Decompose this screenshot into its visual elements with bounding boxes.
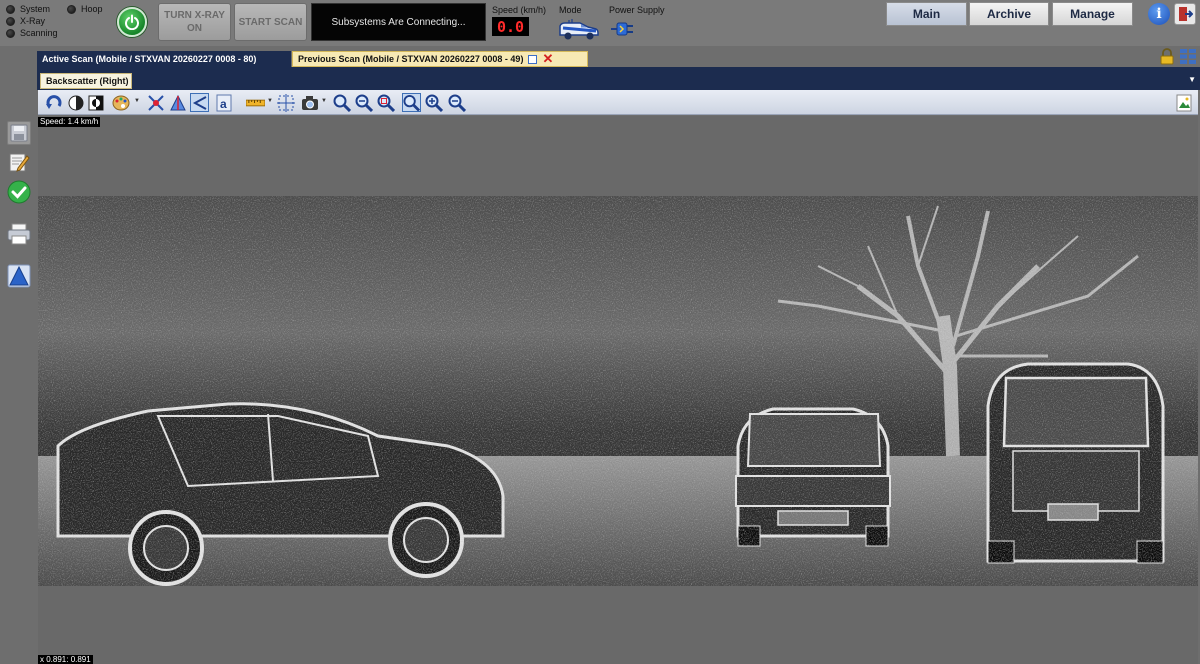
nav-archive-button[interactable]: Archive xyxy=(969,2,1049,26)
camera-dropdown-icon[interactable]: ▼ xyxy=(321,98,327,104)
mode-label: Mode xyxy=(559,5,582,15)
close-tab-icon[interactable]: ✕ xyxy=(542,52,553,65)
zoom-out-icon[interactable] xyxy=(354,93,373,112)
status-system-label: System xyxy=(20,4,51,14)
grid-layout-icon[interactable] xyxy=(1180,49,1196,69)
status-message: Subsystems Are Connecting... xyxy=(311,3,486,41)
sharpen-icon[interactable] xyxy=(168,93,187,112)
svg-text:a: a xyxy=(220,97,227,111)
contrast-icon[interactable] xyxy=(66,93,85,112)
camera-icon[interactable] xyxy=(300,93,319,112)
status-hoop: Hoop xyxy=(67,4,103,14)
crosshair-icon[interactable] xyxy=(276,93,295,112)
led-icon xyxy=(6,16,15,26)
zoom-in-icon[interactable] xyxy=(332,93,351,112)
start-scan-label: START SCAN xyxy=(238,16,303,28)
tab-active-scan[interactable]: Active Scan (Mobile / STXVAN 20260227 00… xyxy=(37,51,291,67)
tab-backscatter-right-label: Backscatter (Right) xyxy=(46,76,129,86)
scan-tabs: Active Scan (Mobile / STXVAN 20260227 00… xyxy=(0,46,1200,68)
annotate-text-icon[interactable]: a xyxy=(214,93,233,112)
tab-backscatter-right[interactable]: Backscatter (Right) xyxy=(40,73,132,89)
backscatter-scan-image xyxy=(38,196,1198,586)
print-button[interactable] xyxy=(7,222,31,246)
tab-previous-scan[interactable]: Previous Scan (Mobile / STXVAN 20260227 … xyxy=(292,51,588,67)
nav-manage-label: Manage xyxy=(1070,7,1115,21)
ruler-icon[interactable] xyxy=(246,93,265,112)
status-scanning-label: Scanning xyxy=(20,28,58,38)
upload-icon xyxy=(7,264,31,288)
led-icon xyxy=(6,4,15,14)
upload-button[interactable] xyxy=(7,264,31,288)
plug-icon xyxy=(611,20,637,43)
dropdown-arrow-icon[interactable]: ▼ xyxy=(1188,75,1196,84)
cursor-coords-readout: x 0.891: 0.891 xyxy=(38,655,93,664)
nav-archive-label: Archive xyxy=(986,7,1032,21)
status-hoop-label: Hoop xyxy=(81,4,103,14)
status-xray: X-Ray xyxy=(6,16,45,26)
rotate-icon[interactable] xyxy=(44,93,63,112)
turn-xray-on-label: TURN X-RAY ON xyxy=(164,10,225,34)
zoom-plus-icon[interactable] xyxy=(424,93,443,112)
status-xray-label: X-Ray xyxy=(20,16,46,26)
approve-button[interactable] xyxy=(7,180,31,204)
info-icon[interactable]: i xyxy=(1148,3,1170,25)
led-icon xyxy=(67,4,76,14)
palette-icon[interactable] xyxy=(111,93,130,112)
tab-active-scan-label: Active Scan (Mobile / STXVAN 20260227 00… xyxy=(42,54,257,64)
status-scanning: Scanning xyxy=(6,28,58,38)
scan-image-viewport[interactable] xyxy=(38,116,1198,664)
power-button[interactable] xyxy=(117,7,147,37)
edge-filter-icon[interactable] xyxy=(146,93,165,112)
invert-icon[interactable] xyxy=(86,93,105,112)
van-icon xyxy=(558,17,600,46)
save-button[interactable] xyxy=(7,121,31,145)
app-window: System X-Ray Scanning Hoop TURN X-RAY ON… xyxy=(0,0,1200,664)
tab-previous-scan-label: Previous Scan (Mobile / STXVAN 20260227 … xyxy=(298,54,524,64)
check-icon xyxy=(7,180,31,204)
status-system: System xyxy=(6,4,50,14)
nav-manage-button[interactable]: Manage xyxy=(1052,2,1133,26)
speed-value: 0.0 xyxy=(492,17,529,36)
speed-label: Speed (km/h) xyxy=(492,5,547,15)
power-icon xyxy=(125,14,139,30)
edit-button[interactable] xyxy=(7,150,31,174)
turn-xray-on-button[interactable]: TURN X-RAY ON xyxy=(158,3,231,41)
zoom-minus-icon[interactable] xyxy=(447,93,466,112)
image-toolbar: ▼ a ▼ ▼ xyxy=(38,90,1198,115)
scan-speed-readout: Speed: 1.4 km/h xyxy=(38,117,101,127)
zoom-fit-icon[interactable] xyxy=(402,93,421,112)
start-scan-button[interactable]: START SCAN xyxy=(234,3,307,41)
exit-icon[interactable] xyxy=(1174,3,1196,25)
print-icon xyxy=(7,223,31,245)
palette-dropdown-icon[interactable]: ▼ xyxy=(134,98,140,104)
measure-angle-icon[interactable] xyxy=(190,93,209,112)
nav-main-button[interactable]: Main xyxy=(886,2,967,26)
power-supply-label: Power Supply xyxy=(609,5,665,15)
nav-main-label: Main xyxy=(912,7,941,21)
top-bar: System X-Ray Scanning Hoop TURN X-RAY ON… xyxy=(0,0,1200,46)
restore-window-icon[interactable] xyxy=(528,54,538,64)
edit-icon xyxy=(9,153,30,172)
view-tabs: Backscatter (Right) ▼ xyxy=(37,70,1200,90)
zoom-region-icon[interactable] xyxy=(376,93,395,112)
ruler-dropdown-icon[interactable]: ▼ xyxy=(267,98,273,104)
led-icon xyxy=(6,28,15,38)
save-icon xyxy=(10,124,28,142)
export-image-icon[interactable] xyxy=(1174,93,1193,112)
